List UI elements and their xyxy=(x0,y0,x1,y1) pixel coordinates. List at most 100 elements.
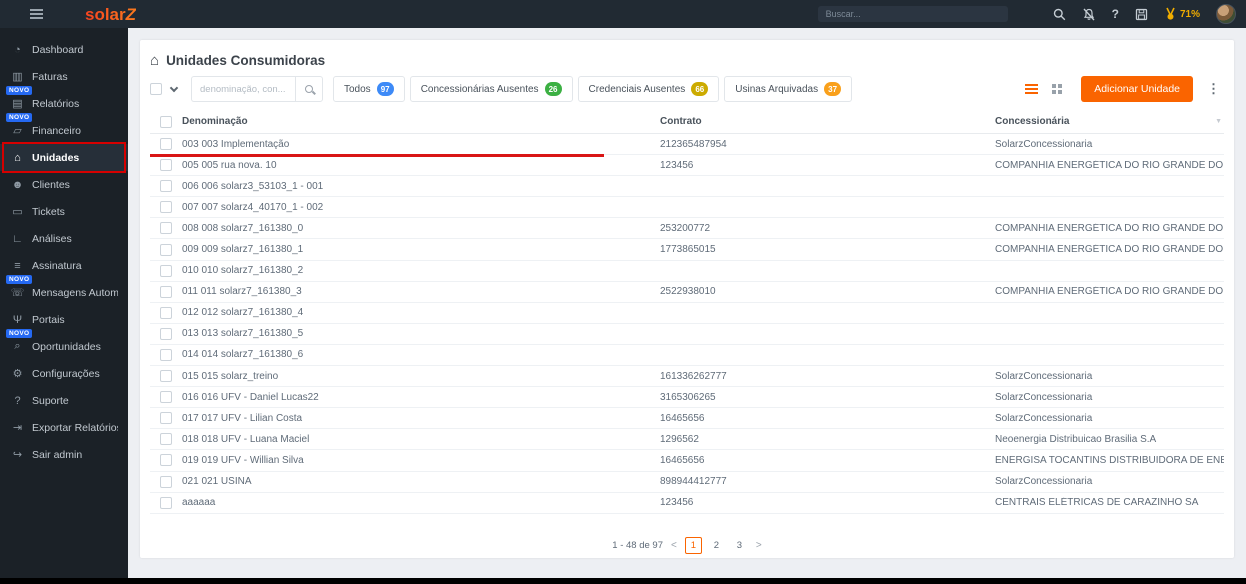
sidebar-item-opportunity[interactable]: NOVO ⌕ Oportunidades xyxy=(0,329,128,360)
sidebar-item-label: Clientes xyxy=(32,178,70,191)
sidebar-item-label: Análises xyxy=(32,232,72,245)
table-row[interactable]: aaaaaa 123456 CENTRAIS ELÉTRICAS DE CARA… xyxy=(150,493,1224,514)
row-checkbox[interactable] xyxy=(160,454,172,467)
column-denominacao[interactable]: Denominação xyxy=(172,116,660,127)
grid-view-icon[interactable] xyxy=(1052,83,1063,95)
sidebar-item-user[interactable]: ☻ Clientes xyxy=(0,171,128,198)
table-row[interactable]: 006 006 solarz3_53103_1 - 001 xyxy=(150,176,1224,198)
gear-icon: ⚙ xyxy=(12,368,23,380)
sidebar-item-ticket[interactable]: ▭ Tickets xyxy=(0,198,128,225)
table-row[interactable]: 018 018 UFV - Luana Maciel 1296562 Neoen… xyxy=(150,429,1224,451)
sidebar-item-label: Suporte xyxy=(32,394,69,407)
table-row[interactable]: 012 012 solarz7_161380_4 xyxy=(150,303,1224,324)
global-search-input[interactable] xyxy=(817,6,1008,22)
select-all-checkbox[interactable] xyxy=(150,83,162,95)
page-2[interactable]: 2 xyxy=(708,537,725,554)
table-row[interactable]: 017 017 UFV - Lilian Costa 16465656 Sola… xyxy=(150,408,1224,430)
table-row[interactable]: 013 013 solarz7_161380_5 xyxy=(150,324,1224,345)
row-checkbox[interactable] xyxy=(160,475,172,488)
chevron-down-icon[interactable] xyxy=(169,83,179,92)
cell-contrato: 212365487954 xyxy=(660,138,727,150)
tab-credenciais-ausentes[interactable]: Credenciais Ausentes 66 xyxy=(577,76,720,102)
sidebar-item-export[interactable]: ⇥ Exportar Relatórios xyxy=(0,414,128,441)
table-row[interactable]: 016 016 UFV - Daniel Lucas22 3165306265 … xyxy=(150,387,1224,409)
cell-concessionaria: SolarzConcessionaria xyxy=(995,391,1093,403)
prev-page-icon[interactable]: < xyxy=(671,540,677,551)
cell-contrato: 253200772 xyxy=(660,222,711,234)
sidebar-item-message[interactable]: NOVO ☏ Mensagens Automát... xyxy=(0,275,128,306)
row-checkbox[interactable] xyxy=(160,370,172,383)
table-row[interactable]: 019 019 UFV - Willian Silva 16465656 ENE… xyxy=(150,450,1224,472)
table-row[interactable]: 011 011 solarz7_161380_3 2522938010 COMP… xyxy=(150,282,1224,303)
cell-contrato: 2522938010 xyxy=(660,286,716,298)
tab-todos[interactable]: Todos 97 xyxy=(333,76,405,102)
search-icon[interactable] xyxy=(1053,8,1066,21)
table-row[interactable]: 021 021 USINA 898944412777 SolarzConcess… xyxy=(150,472,1224,493)
cell-concessionaria: CENTRAIS ELÉTRICAS DE CARAZINHO SA xyxy=(995,497,1199,509)
table-row[interactable]: 005 005 rua nova. 10 123456 COMPANHIA EN… xyxy=(150,155,1224,177)
row-checkbox[interactable] xyxy=(160,222,172,235)
row-checkbox[interactable] xyxy=(160,433,172,446)
avatar[interactable] xyxy=(1216,4,1236,24)
row-checkbox[interactable] xyxy=(160,496,172,509)
tab-concession-rias-ausentes[interactable]: Concessionárias Ausentes 26 xyxy=(409,76,573,102)
row-checkbox[interactable] xyxy=(160,412,172,425)
row-checkbox[interactable] xyxy=(160,391,172,404)
invoices-icon: ▥ xyxy=(12,71,23,83)
tab-usinas-arquivadas[interactable]: Usinas Arquivadas 37 xyxy=(724,76,853,102)
filter-funnel-icon[interactable]: ▼ xyxy=(1215,118,1222,125)
table-search-button[interactable] xyxy=(295,76,323,102)
menu-toggle-icon[interactable] xyxy=(30,9,43,19)
row-checkbox[interactable] xyxy=(160,285,172,298)
table-search-input[interactable] xyxy=(191,76,295,102)
sidebar-item-question[interactable]: ? Suporte xyxy=(0,387,128,414)
row-checkbox[interactable] xyxy=(160,201,172,214)
sidebar-item-home[interactable]: ⌂ Unidades xyxy=(0,142,128,173)
list-view-icon[interactable] xyxy=(1025,84,1039,94)
pagination-pages: 123 xyxy=(684,536,748,554)
add-unit-button[interactable]: Adicionar Unidade xyxy=(1081,76,1193,102)
cell-contrato: 123456 xyxy=(660,497,694,509)
cell-contrato: 123456 xyxy=(660,159,694,171)
column-concessionaria[interactable]: Concessionária ▼ xyxy=(995,116,1224,127)
cell-contrato: 161336262777 xyxy=(660,370,727,382)
notifications-muted-icon[interactable] xyxy=(1082,8,1096,21)
logout-icon: ↪ xyxy=(12,449,23,461)
gamification-score[interactable]: 71% xyxy=(1164,7,1200,21)
sidebar-item-finance[interactable]: NOVO ▱ Financeiro xyxy=(0,113,128,144)
table-row[interactable]: 003 003 Implementação 212365487954 Solar… xyxy=(150,134,1224,158)
table-row[interactable]: 010 010 solarz7_161380_2 xyxy=(150,261,1224,282)
row-checkbox[interactable] xyxy=(160,306,172,319)
sidebar-item-gear[interactable]: ⚙ Configurações xyxy=(0,360,128,387)
table-row[interactable]: 008 008 solarz7_161380_0 253200772 COMPA… xyxy=(150,218,1224,240)
cell-denominacao: 012 012 solarz7_161380_4 xyxy=(182,307,304,319)
row-checkbox[interactable] xyxy=(160,348,172,361)
column-contrato[interactable]: Contrato xyxy=(660,116,995,127)
table-row[interactable]: 015 015 solarz_treino 161336262777 Solar… xyxy=(150,366,1224,388)
row-checkbox[interactable] xyxy=(160,180,172,193)
cell-concessionaria: COMPANHIA ENERGÉTICA DO RIO GRANDE DO NO… xyxy=(995,286,1224,298)
row-checkbox[interactable] xyxy=(160,159,172,172)
page-3[interactable]: 3 xyxy=(731,537,748,554)
cell-denominacao: 019 019 UFV - Willian Silva xyxy=(182,454,304,466)
table-row[interactable]: 009 009 solarz7_161380_1 1773865015 COMP… xyxy=(150,239,1224,261)
tab-label: Credenciais Ausentes xyxy=(588,83,686,95)
header-checkbox[interactable] xyxy=(160,115,172,128)
sidebar-item-logout[interactable]: ↪ Sair admin xyxy=(0,441,128,468)
table-row[interactable]: 007 007 solarz4_40170_1 - 002 xyxy=(150,197,1224,219)
row-checkbox[interactable] xyxy=(160,264,172,277)
sidebar-item-dashboard[interactable]: ◔ Dashboard xyxy=(0,36,128,63)
sidebar-item-chart[interactable]: ∟ Análises xyxy=(0,225,128,252)
help-icon[interactable]: ? xyxy=(1112,7,1119,21)
page-1[interactable]: 1 xyxy=(684,536,702,554)
table-row[interactable]: 014 014 solarz7_161380_6 xyxy=(150,345,1224,367)
row-checkbox[interactable] xyxy=(160,138,172,151)
row-checkbox[interactable] xyxy=(160,243,172,256)
next-page-icon[interactable]: > xyxy=(756,540,762,551)
more-options-icon[interactable]: ⋮ xyxy=(1207,81,1220,97)
export-icon: ⇥ xyxy=(12,422,23,434)
cell-denominacao: 010 010 solarz7_161380_2 xyxy=(182,265,304,277)
sidebar-item-label: Portais xyxy=(32,313,65,326)
save-icon[interactable] xyxy=(1135,8,1148,21)
row-checkbox[interactable] xyxy=(160,327,172,340)
